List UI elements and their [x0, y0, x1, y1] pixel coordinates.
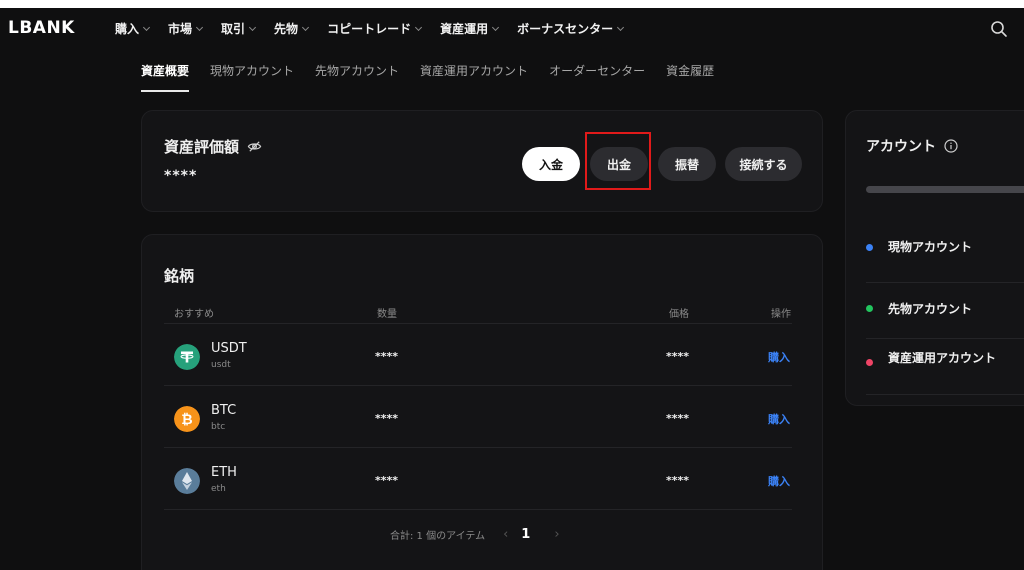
lbank-logo[interactable]: LBANK: [8, 18, 75, 38]
coin-symbol: ETH: [211, 465, 237, 480]
chevron-down-icon: [249, 23, 257, 31]
coin-quantity: ****: [375, 412, 399, 425]
coin-price: ****: [666, 474, 690, 487]
green-dot-icon: [866, 305, 873, 312]
nav-item-copy-trade[interactable]: コピートレード: [327, 20, 423, 37]
blue-dot-icon: [866, 244, 873, 251]
nav-item-markets[interactable]: 市場: [168, 20, 204, 37]
chevron-left-icon[interactable]: ‹: [503, 527, 508, 542]
buy-link[interactable]: 購入: [768, 473, 790, 489]
nav-item-label: 先物: [274, 22, 299, 36]
tab-fund-history[interactable]: 資金履歴: [666, 62, 714, 92]
nav-item-bonus-center[interactable]: ボーナスセンター: [517, 20, 625, 37]
column-quantity: 数量: [377, 309, 397, 320]
tab-earn-account[interactable]: 資産運用アカウント: [420, 62, 528, 92]
nav-item-label: 市場: [168, 22, 193, 36]
app-window: LBANK 購入 市場 取引 先物 コピートレード 資産運用 ボーナスセンター …: [0, 8, 1024, 570]
buy-link[interactable]: 購入: [768, 411, 790, 427]
ethereum-icon: [174, 468, 200, 494]
table-row: ETH eth **** **** 購入: [164, 447, 792, 509]
coin-sub: eth: [211, 484, 226, 494]
tab-futures-account[interactable]: 先物アカウント: [315, 62, 399, 92]
chevron-down-icon: [617, 23, 625, 31]
chevron-down-icon: [492, 23, 500, 31]
table-row: ₿ BTC btc **** **** 購入: [164, 385, 792, 447]
valuation-amount: ****: [164, 168, 198, 184]
tab-order-center[interactable]: オーダーセンター: [549, 62, 645, 92]
red-dot-icon: [866, 359, 873, 366]
asset-subtabs: 資産概要 現物アカウント 先物アカウント 資産運用アカウント オーダーセンター …: [141, 62, 735, 92]
holdings-title: 銘柄: [164, 267, 195, 285]
account-item-futures[interactable]: 先物アカウント: [866, 283, 1024, 339]
coin-price: ****: [666, 350, 690, 363]
account-item-earn[interactable]: 資産運用アカウント: [866, 339, 1024, 395]
nav-item-label: 取引: [221, 22, 246, 36]
chevron-down-icon: [302, 23, 310, 31]
pagination: 合計: 1 個のアイテム ‹ 1 ›: [390, 527, 560, 542]
nav-item-earn[interactable]: 資産運用: [440, 20, 500, 37]
coin-price: ****: [666, 412, 690, 425]
table-row: USDT usdt **** **** 購入: [164, 323, 792, 385]
holdings-card: 銘柄 おすすめ 数量 価格 操作 USDT usdt **** **** 購入 …: [141, 234, 823, 570]
nav-item-label: 資産運用: [440, 22, 489, 36]
withdraw-highlight-box: [585, 132, 651, 190]
chevron-down-icon: [195, 23, 204, 31]
valuation-title-row: 資産評価額: [164, 136, 262, 157]
accounts-title: アカウント: [866, 139, 936, 155]
transfer-button[interactable]: 振替: [658, 147, 716, 181]
chevron-right-icon[interactable]: ›: [554, 527, 559, 542]
holdings-table-header: おすすめ 数量 価格 操作: [164, 305, 792, 321]
nav-item-futures[interactable]: 先物: [274, 20, 310, 37]
coin-sub: btc: [211, 422, 226, 432]
column-recommended: おすすめ: [174, 309, 214, 320]
table-divider: [164, 509, 792, 510]
bitcoin-icon: ₿: [174, 406, 200, 432]
svg-text:₿: ₿: [181, 412, 192, 428]
nav-item-label: コピートレード: [327, 22, 412, 36]
eye-off-icon[interactable]: [247, 139, 262, 154]
info-icon[interactable]: [944, 139, 958, 153]
chevron-down-icon: [142, 23, 151, 31]
account-label: 現物アカウント: [888, 240, 973, 254]
coin-symbol: BTC: [211, 403, 237, 418]
tab-spot-account[interactable]: 現物アカウント: [210, 62, 294, 92]
account-label: 資産運用アカウント: [888, 351, 997, 365]
nav-item-trade[interactable]: 取引: [221, 20, 257, 37]
main-menu: 購入 市場 取引 先物 コピートレード 資産運用 ボーナスセンター: [115, 20, 642, 37]
tether-icon: [174, 344, 200, 370]
coin-sub: usdt: [211, 360, 231, 370]
search-icon[interactable]: [990, 20, 1008, 38]
nav-item-buy[interactable]: 購入: [115, 20, 151, 37]
account-label: 先物アカウント: [888, 302, 973, 316]
column-action: 操作: [771, 309, 791, 320]
top-navigation: LBANK 購入 市場 取引 先物 コピートレード 資産運用 ボーナスセンター: [0, 8, 1024, 50]
buy-link[interactable]: 購入: [768, 349, 790, 365]
page-number[interactable]: 1: [521, 527, 530, 542]
accounts-card: アカウント 現物アカウント 先物アカウント 資産運用アカウント: [845, 110, 1024, 406]
valuation-title: 資産評価額: [164, 138, 240, 156]
chevron-down-icon: [415, 23, 423, 31]
coin-quantity: ****: [375, 350, 399, 363]
pagination-total: 合計: 1 個のアイテム: [390, 531, 486, 542]
connect-button[interactable]: 接続する: [725, 147, 802, 181]
asset-valuation-card: 資産評価額 **** 入金 出金 振替 接続する: [141, 110, 823, 212]
deposit-button[interactable]: 入金: [522, 147, 580, 181]
tab-asset-overview[interactable]: 資産概要: [141, 62, 190, 92]
coin-symbol: USDT: [211, 341, 247, 356]
accounts-title-row: アカウント: [866, 136, 958, 156]
nav-item-label: 購入: [115, 22, 140, 36]
coin-quantity: ****: [375, 474, 399, 487]
account-distribution-bar: [866, 186, 1024, 193]
account-item-spot[interactable]: 現物アカウント: [866, 231, 1024, 283]
column-price: 価格: [669, 309, 689, 320]
nav-item-label: ボーナスセンター: [517, 22, 614, 36]
